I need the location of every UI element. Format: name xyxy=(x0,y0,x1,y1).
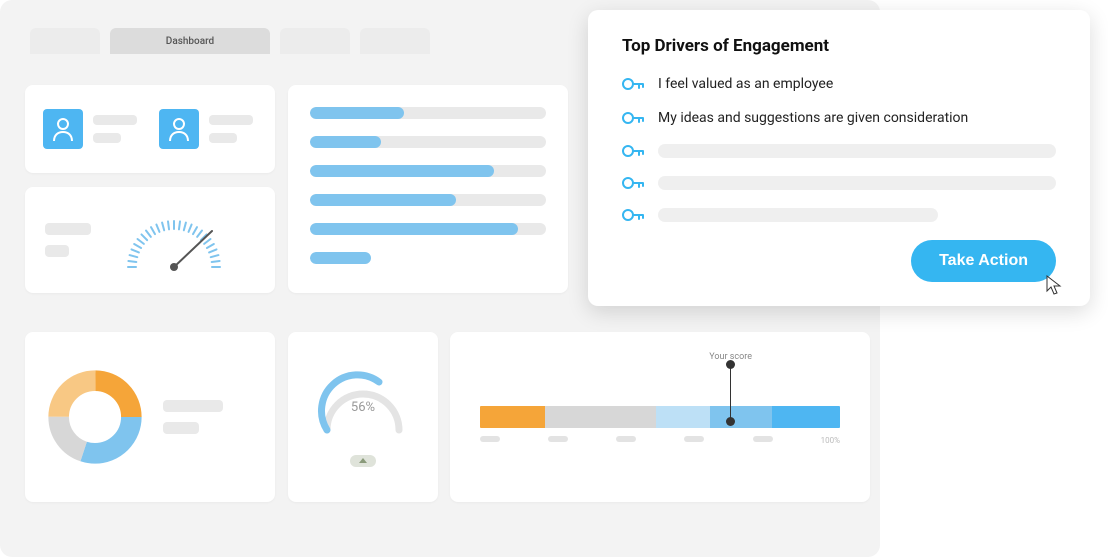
text-placeholder xyxy=(209,115,253,125)
tab-placeholder[interactable] xyxy=(30,28,100,54)
distribution-end-label: 100% xyxy=(821,436,840,445)
text-placeholder xyxy=(209,133,237,143)
tab-strip: Dashboard xyxy=(30,28,430,54)
tab-placeholder[interactable] xyxy=(360,28,430,54)
driver-row: I feel valued as an employee xyxy=(622,76,1056,92)
person-tile xyxy=(43,101,137,157)
tab-label: Dashboard xyxy=(166,36,214,47)
text-placeholder xyxy=(163,422,199,434)
key-icon xyxy=(622,176,644,190)
bar-row xyxy=(310,165,546,177)
driver-placeholder xyxy=(658,144,1056,158)
gauge-trend-icon xyxy=(350,455,376,467)
bar-row xyxy=(310,252,546,264)
tab-placeholder[interactable] xyxy=(280,28,350,54)
distribution-bar xyxy=(480,406,840,428)
bar-row xyxy=(310,194,546,206)
bar-row xyxy=(310,136,546,148)
card-bars xyxy=(288,85,568,293)
tab-dashboard[interactable]: Dashboard xyxy=(110,28,270,54)
driver-row xyxy=(622,208,1056,222)
person-icon xyxy=(43,109,83,149)
card-distribution: Your score 100% xyxy=(450,332,870,502)
distribution-ticks: 100% xyxy=(480,436,840,445)
bar-row xyxy=(310,107,546,119)
gauge-value: 56% xyxy=(351,400,375,415)
cursor-icon xyxy=(1044,274,1064,296)
key-icon xyxy=(622,144,644,158)
key-icon xyxy=(622,77,644,91)
text-placeholder xyxy=(93,133,121,143)
card-people xyxy=(25,85,275,173)
driver-placeholder xyxy=(658,176,1056,190)
score-marker: Your score xyxy=(709,352,752,422)
text-placeholder xyxy=(163,400,223,412)
driver-row: My ideas and suggestions are given consi… xyxy=(622,110,1056,126)
bar-row xyxy=(310,223,546,235)
key-icon xyxy=(622,111,644,125)
driver-row xyxy=(622,144,1056,158)
card-dial xyxy=(25,187,275,293)
person-icon xyxy=(159,109,199,149)
donut-chart-icon xyxy=(47,369,143,465)
text-placeholder xyxy=(93,115,137,125)
card-gauge: 56% xyxy=(288,332,438,502)
text-placeholder xyxy=(45,245,69,257)
popover-title: Top Drivers of Engagement xyxy=(622,36,1056,56)
driver-text: My ideas and suggestions are given consi… xyxy=(658,110,968,126)
dial-icon xyxy=(109,197,239,283)
drivers-popover: Top Drivers of Engagement I feel valued … xyxy=(588,10,1090,306)
driver-placeholder xyxy=(658,208,938,222)
take-action-button[interactable]: Take Action xyxy=(911,240,1056,282)
person-tile xyxy=(159,101,253,157)
key-icon xyxy=(622,208,644,222)
driver-text: I feel valued as an employee xyxy=(658,76,833,92)
text-placeholder xyxy=(45,223,91,235)
driver-row xyxy=(622,176,1056,190)
card-donut xyxy=(25,332,275,502)
